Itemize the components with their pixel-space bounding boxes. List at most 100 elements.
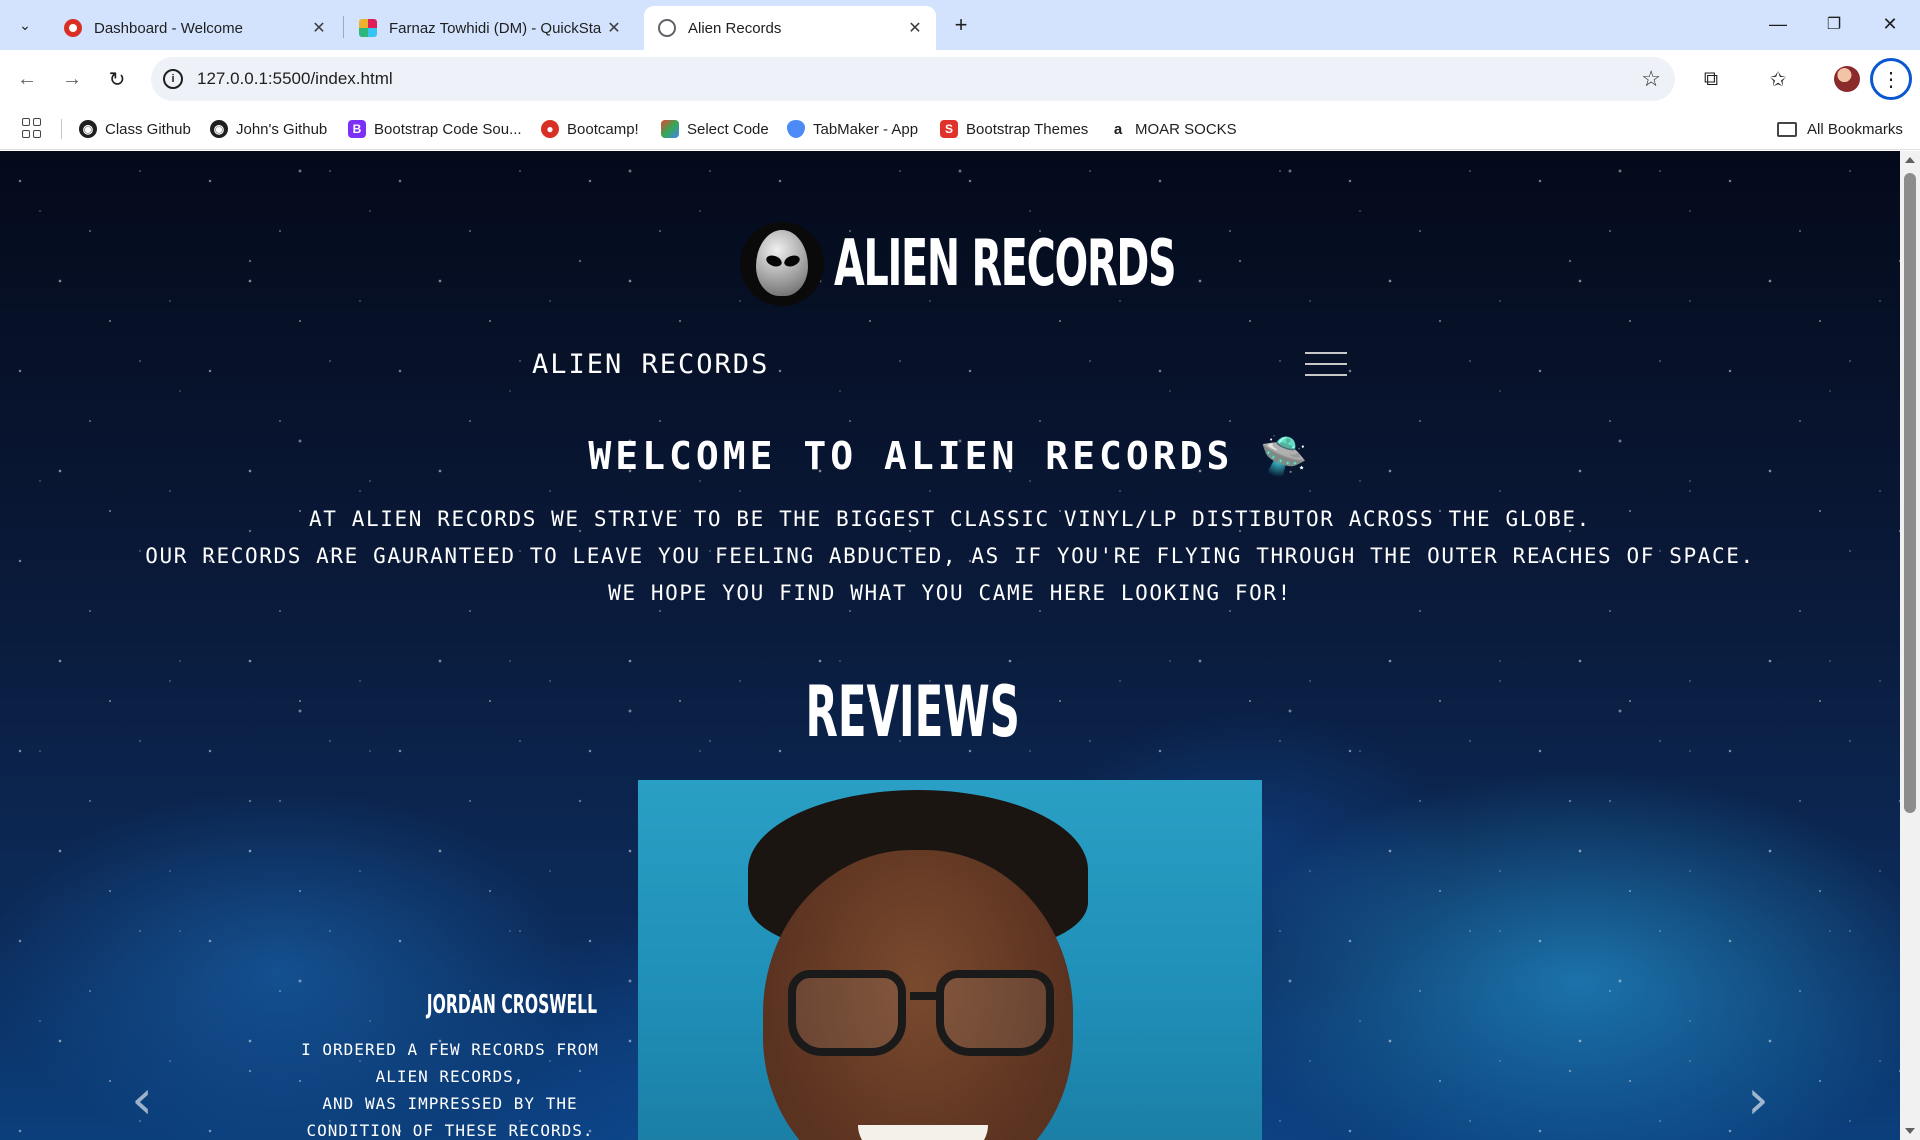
close-icon[interactable]: ✕ bbox=[904, 17, 926, 39]
browser-menu-button[interactable]: ⋮ bbox=[1870, 58, 1912, 100]
cube-icon bbox=[661, 120, 679, 138]
arrow-right-icon: → bbox=[62, 67, 82, 90]
browser-toolbar: ← → ↻ i 127.0.0.1:5500/index.html ☆ ⧉ ✩ … bbox=[0, 50, 1920, 108]
bookmark-label: Class Github bbox=[105, 120, 191, 138]
slack-icon bbox=[359, 19, 377, 37]
bookmarks-button[interactable]: ✩ bbox=[1763, 64, 1793, 94]
puzzle-icon: ⧉ bbox=[1703, 67, 1719, 90]
address-bar[interactable]: i 127.0.0.1:5500/index.html ☆ bbox=[151, 57, 1675, 101]
tab-slack[interactable]: Farnaz Towhidi (DM) - QuickSta ✕ bbox=[345, 6, 635, 50]
extensions-button[interactable]: ⧉ bbox=[1696, 64, 1726, 94]
bookmark-star-icon[interactable]: ☆ bbox=[1641, 66, 1661, 92]
avatar[interactable] bbox=[1834, 66, 1860, 92]
navbar-brand[interactable]: Alien Records bbox=[532, 349, 769, 380]
scroll-up-icon[interactable] bbox=[1905, 157, 1915, 163]
bookmark-label: TabMaker - App bbox=[813, 120, 919, 138]
bootstrap-icon: B bbox=[348, 120, 366, 138]
page-scrollbar[interactable] bbox=[1900, 151, 1920, 1140]
reload-button[interactable]: ↻ bbox=[100, 62, 134, 96]
tab-alien-records[interactable]: Alien Records ✕ bbox=[644, 6, 936, 50]
bootcamp-icon bbox=[64, 19, 82, 37]
intro-line: Our records are gauranteed to leave you … bbox=[145, 544, 1755, 568]
tab-title: Farnaz Towhidi (DM) - QuickSta bbox=[389, 19, 602, 37]
plus-icon: + bbox=[954, 12, 968, 37]
review-line: I ordered a few records from bbox=[301, 1040, 599, 1059]
bookmark-label: MOAR SOCKS bbox=[1135, 120, 1237, 138]
arrow-left-icon: ← bbox=[17, 67, 37, 90]
review-text: I ordered a few records from Alien Recor… bbox=[270, 1036, 630, 1140]
bookmark-label: John's Github bbox=[236, 120, 328, 138]
forward-button[interactable]: → bbox=[55, 62, 89, 96]
star-list-icon: ✩ bbox=[1769, 68, 1787, 91]
carousel-next-button[interactable]: › bbox=[1738, 1067, 1778, 1131]
close-icon: ✕ bbox=[1882, 13, 1898, 34]
github-icon: ◉ bbox=[210, 120, 228, 138]
alien-head-icon bbox=[740, 222, 824, 306]
tab-strip: ⌄ Dashboard - Welcome ✕ Farnaz Towhidi (… bbox=[0, 0, 1920, 50]
bookmark-bootcamp[interactable]: ● Bootcamp! bbox=[541, 117, 639, 141]
s-icon: S bbox=[940, 120, 958, 138]
minimize-button[interactable]: — bbox=[1750, 0, 1806, 48]
close-icon[interactable]: ✕ bbox=[308, 17, 330, 39]
kebab-menu-icon: ⋮ bbox=[1881, 68, 1901, 91]
reload-icon: ↻ bbox=[108, 68, 126, 91]
bookmark-johns-github[interactable]: ◉ John's Github bbox=[210, 117, 327, 141]
new-tab-button[interactable]: + bbox=[946, 10, 976, 40]
tab-title: Dashboard - Welcome bbox=[94, 19, 243, 37]
intro-line: We hope you find what you came here look… bbox=[608, 581, 1292, 605]
close-window-button[interactable]: ✕ bbox=[1862, 0, 1918, 48]
logo-text: ALIEN RECORDS bbox=[834, 227, 1177, 301]
chevron-down-icon: ⌄ bbox=[19, 16, 31, 33]
bookmark-label: Bootcamp! bbox=[567, 120, 639, 138]
bookmark-tabmaker[interactable]: TabMaker - App bbox=[787, 117, 918, 141]
restore-icon: ❐ bbox=[1826, 16, 1842, 33]
github-icon: ◉ bbox=[79, 120, 97, 138]
welcome-heading: Welcome to Alien Records 🛸 bbox=[0, 434, 1900, 479]
review-line: condition of these records. bbox=[306, 1121, 594, 1140]
chevron-right-icon: › bbox=[1747, 1067, 1769, 1131]
review-line: and was impressed by the bbox=[322, 1094, 578, 1113]
bookmark-label: Bootstrap Themes bbox=[966, 120, 1089, 138]
intro-line: At Alien Records we strive to be the big… bbox=[309, 507, 1591, 531]
bookmarks-divider bbox=[61, 119, 62, 139]
bookmarks-bar: ◉ Class Github ◉ John's Github B Bootstr… bbox=[0, 108, 1920, 150]
reviewer-name: JORDAN CROSWELL bbox=[426, 990, 598, 1020]
all-bookmarks-button[interactable]: All Bookmarks bbox=[1777, 117, 1903, 141]
scrollbar-thumb[interactable] bbox=[1904, 173, 1916, 813]
carousel-prev-button[interactable]: ‹ bbox=[122, 1067, 162, 1131]
bookmark-label: Select Code bbox=[687, 120, 769, 138]
bookmark-bootstrap-code[interactable]: B Bootstrap Code Sou... bbox=[348, 117, 522, 141]
review-line: Alien Records, bbox=[375, 1067, 525, 1086]
info-icon[interactable]: i bbox=[163, 69, 183, 89]
welcome-heading-text: Welcome to Alien Records bbox=[588, 434, 1234, 478]
reviewer-photo bbox=[638, 780, 1262, 1140]
bookmark-label: Bootstrap Code Sou... bbox=[374, 120, 522, 138]
bookmark-bootstrap-themes[interactable]: S Bootstrap Themes bbox=[940, 117, 1088, 141]
close-icon[interactable]: ✕ bbox=[603, 17, 625, 39]
tab-search-button[interactable]: ⌄ bbox=[8, 8, 42, 42]
scroll-down-icon[interactable] bbox=[1905, 1128, 1915, 1134]
shield-icon bbox=[787, 120, 805, 138]
tab-dashboard[interactable]: Dashboard - Welcome ✕ bbox=[50, 6, 340, 50]
ufo-icon: 🛸 bbox=[1260, 434, 1312, 478]
url-text[interactable]: 127.0.0.1:5500/index.html bbox=[197, 69, 393, 89]
hamburger-menu-icon[interactable] bbox=[1305, 349, 1347, 379]
bookmark-class-github[interactable]: ◉ Class Github bbox=[79, 117, 191, 141]
folder-icon bbox=[1777, 121, 1797, 137]
globe-icon bbox=[658, 19, 676, 37]
tab-title: Alien Records bbox=[688, 19, 782, 37]
tab-divider bbox=[343, 16, 344, 38]
bookmark-moar-socks[interactable]: a MOAR SOCKS bbox=[1109, 117, 1237, 141]
amazon-icon: a bbox=[1109, 120, 1127, 138]
back-button[interactable]: ← bbox=[10, 62, 44, 96]
apps-grid-icon[interactable] bbox=[20, 116, 44, 140]
minimize-icon: — bbox=[1769, 13, 1787, 34]
site-logo[interactable]: ALIEN RECORDS bbox=[740, 219, 1385, 309]
intro-paragraph: At Alien Records we strive to be the big… bbox=[0, 501, 1900, 612]
bootcamp-icon: ● bbox=[541, 120, 559, 138]
bookmark-select-code[interactable]: Select Code bbox=[661, 117, 769, 141]
chevron-left-icon: ‹ bbox=[131, 1067, 153, 1131]
restore-button[interactable]: ❐ bbox=[1806, 0, 1862, 48]
alien-records-page: ALIEN RECORDS Alien Records Welcome to A… bbox=[0, 151, 1900, 1140]
all-bookmarks-label: All Bookmarks bbox=[1807, 120, 1903, 138]
